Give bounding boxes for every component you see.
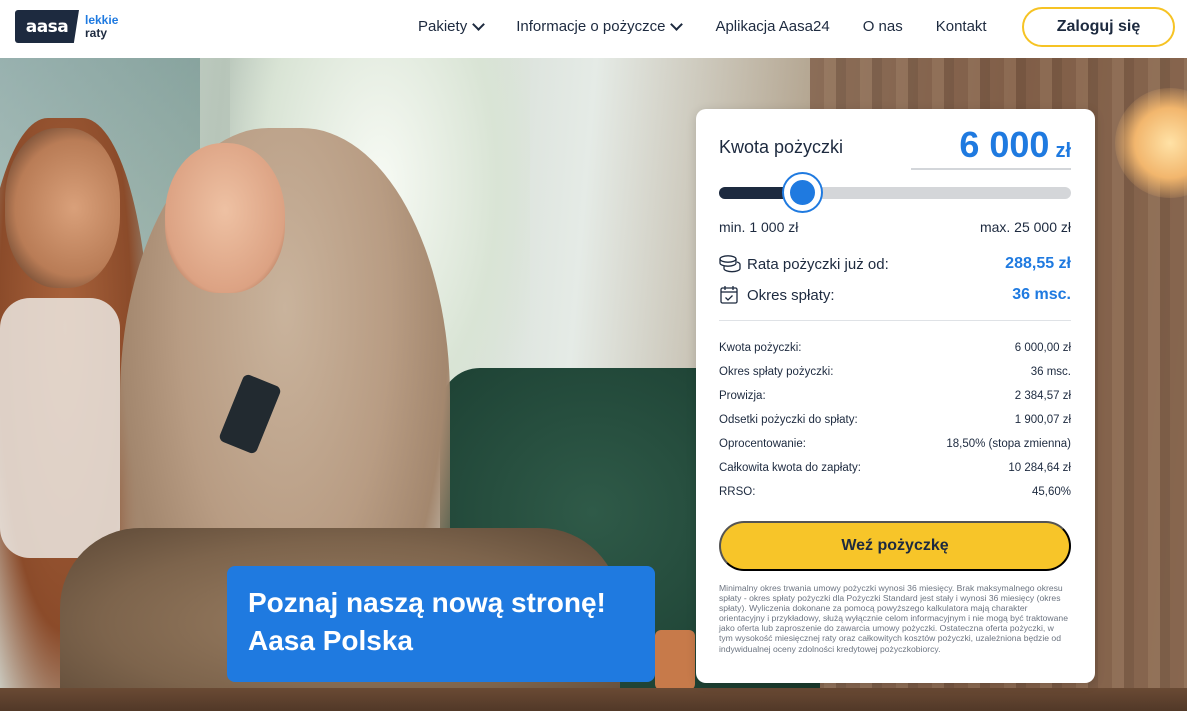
detail-value: 36 msc. bbox=[1030, 366, 1071, 378]
summary-divider bbox=[719, 320, 1071, 321]
nav-item-aplikacja[interactable]: Aplikacja Aasa24 bbox=[715, 18, 829, 35]
nav-item-informacje[interactable]: Informacje o pożyczce bbox=[516, 17, 684, 35]
detail-value: 18,50% (stopa zmienna) bbox=[946, 438, 1071, 450]
installment-label-wrap: Rata pożyczki już od: bbox=[719, 254, 889, 274]
term-value: 36 msc. bbox=[1012, 286, 1071, 303]
nav-item-o-nas[interactable]: O nas bbox=[863, 18, 903, 35]
hero-photo-table bbox=[0, 688, 1187, 711]
hero-section: Poznaj naszą nową stronę! Aasa Polska Kw… bbox=[0, 58, 1187, 711]
login-button[interactable]: Zaloguj się bbox=[1022, 7, 1175, 47]
calendar-icon bbox=[720, 286, 738, 304]
amount-input[interactable]: 6 000 zł bbox=[911, 124, 1071, 170]
logo-tagline-2: raty bbox=[85, 25, 108, 40]
detail-label: Kwota pożyczki: bbox=[719, 342, 802, 354]
installment-value: 288,55 zł bbox=[1005, 255, 1071, 272]
amount-currency: zł bbox=[1055, 140, 1071, 162]
nav-item-pakiety[interactable]: Pakiety bbox=[418, 17, 486, 35]
detail-label: Całkowita kwota do zapłaty: bbox=[719, 462, 861, 474]
promo-banner[interactable]: Poznaj naszą nową stronę! Aasa Polska bbox=[227, 566, 655, 682]
detail-value: 45,60% bbox=[1031, 486, 1071, 498]
aasa-logo[interactable]: aasa lekkie raty bbox=[15, 10, 118, 43]
loan-details: Kwota pożyczki: 6 000,00 zł Okres spłaty … bbox=[719, 339, 1071, 507]
min-amount-label: min. 1 000 zł bbox=[719, 219, 799, 235]
site-header: aasa lekkie raty Pakiety Informacje o po… bbox=[0, 0, 1187, 58]
detail-row-rate: Oprocentowanie: 18,50% (stopa zmienna) bbox=[719, 435, 1071, 459]
amount-label: Kwota pożyczki bbox=[719, 137, 844, 157]
calculator-disclaimer: Minimalny okres trwania umowy pożyczki w… bbox=[719, 583, 1068, 654]
loan-calculator: Kwota pożyczki 6 000 zł min. 1 000 zł max… bbox=[696, 109, 1095, 683]
detail-label: RRSO: bbox=[719, 486, 756, 498]
detail-value: 10 284,64 zł bbox=[1008, 462, 1071, 474]
hero-photo-woman-head bbox=[165, 143, 285, 293]
term-label: Okres spłaty: bbox=[747, 286, 835, 304]
nav-item-kontakt[interactable]: Kontakt bbox=[936, 18, 987, 35]
detail-row-rrso: RRSO: 45,60% bbox=[719, 483, 1071, 507]
hero-photo-shirt bbox=[0, 298, 120, 558]
amount-range: min. 1 000 zł max. 25 000 zł bbox=[719, 219, 1071, 235]
detail-label: Prowizja: bbox=[719, 390, 766, 402]
amount-value: 6 000 bbox=[959, 124, 1050, 165]
logo-tagline-1: lekkie bbox=[85, 12, 119, 27]
nav-item-label: O nas bbox=[862, 18, 903, 35]
max-amount-label: max. 25 000 zł bbox=[979, 219, 1071, 235]
chevron-down-icon bbox=[472, 17, 486, 31]
detail-row-term: Okres spłaty pożyczki: 36 msc. bbox=[719, 363, 1071, 387]
term-row: Okres spłaty: 36 msc. bbox=[719, 285, 1071, 305]
nav-item-label: Informacje o pożyczce bbox=[516, 18, 666, 35]
installment-label: Rata pożyczki już od: bbox=[747, 255, 889, 273]
chevron-down-icon bbox=[670, 17, 684, 31]
detail-row-amount: Kwota pożyczki: 6 000,00 zł bbox=[719, 339, 1071, 363]
detail-value: 6 000,00 zł bbox=[1014, 342, 1071, 354]
main-nav: Pakiety Informacje o pożyczce Aplikacja … bbox=[418, 17, 987, 35]
take-loan-button[interactable]: Weź pożyczkę bbox=[719, 521, 1071, 571]
detail-label: Okres spłaty pożyczki: bbox=[719, 366, 834, 378]
hero-photo-mug bbox=[655, 630, 695, 690]
detail-row-interest: Odsetki pożyczki do spłaty: 1 900,07 zł bbox=[719, 411, 1071, 435]
detail-value: 2 384,57 zł bbox=[1014, 390, 1071, 402]
logo-mark: aasa bbox=[15, 10, 79, 43]
promo-line-1: Poznaj naszą nową stronę! bbox=[248, 587, 606, 618]
coins-icon bbox=[719, 255, 741, 273]
hero-photo-man-head bbox=[5, 128, 120, 288]
installment-row: Rata pożyczki już od: 288,55 zł bbox=[719, 254, 1071, 274]
detail-row-total: Całkowita kwota do zapłaty: 10 284,64 zł bbox=[719, 459, 1071, 483]
amount-slider[interactable] bbox=[719, 174, 1071, 211]
logo-tagline: lekkie raty bbox=[85, 12, 119, 40]
detail-row-commission: Prowizja: 2 384,57 zł bbox=[719, 387, 1071, 411]
detail-label: Odsetki pożyczki do spłaty: bbox=[719, 414, 858, 426]
term-label-wrap: Okres spłaty: bbox=[719, 285, 835, 305]
nav-item-label: Pakiety bbox=[418, 18, 468, 35]
nav-item-label: Aplikacja Aasa24 bbox=[715, 18, 830, 35]
detail-value: 1 900,07 zł bbox=[1014, 414, 1071, 426]
slider-handle[interactable] bbox=[783, 174, 821, 211]
promo-line-2: Aasa Polska bbox=[248, 625, 413, 656]
nav-item-label: Kontakt bbox=[935, 18, 987, 35]
detail-label: Oprocentowanie: bbox=[719, 438, 806, 450]
